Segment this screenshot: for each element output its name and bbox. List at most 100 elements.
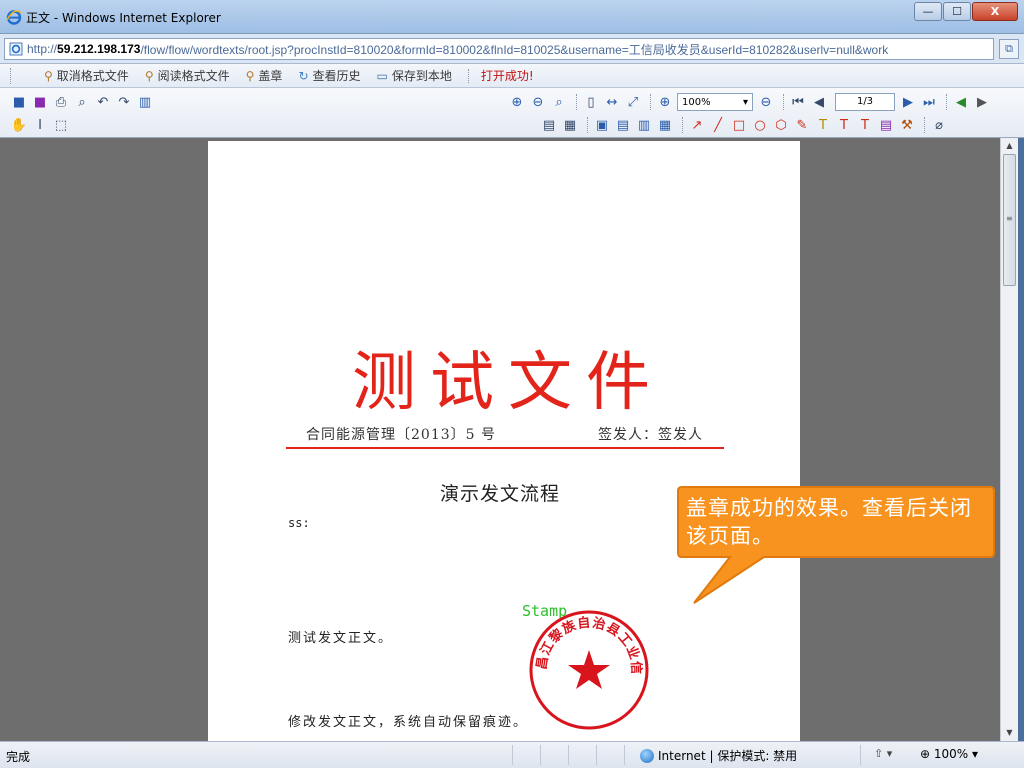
forward-icon[interactable]: ▶ [973,93,991,111]
security-zone[interactable]: Internet | 保护模式: 禁用 [640,747,797,764]
next-page-icon[interactable]: ▶ [899,93,917,111]
person-icon: ⚲ [144,68,154,83]
zoom-plus-icon[interactable]: ⊕ [656,93,674,111]
window-titlebar[interactable]: 正文 - Windows Internet Explorer — ☐ X [0,0,1024,34]
toolbar-row-2-left: ✋ Ⅰ ⬚ [10,114,73,136]
compatibility-view-icon[interactable]: ⧉ [999,39,1019,59]
status-cell [596,745,597,765]
document-viewer[interactable]: 测试文件 合同能源管理〔2013〕5 号 签发人：签发人 演示发文流程 ss: … [0,138,1000,741]
window-title: 正文 - Windows Internet Explorer [26,11,221,25]
view-mode-1-icon[interactable]: ▣ [593,116,611,134]
back-icon[interactable]: ◀ [952,93,970,111]
ellipse-tool-icon[interactable]: ○ [751,116,769,134]
zoom-value: 100% [682,96,711,108]
layout-icon[interactable]: ▥ [136,93,154,111]
save-as-icon[interactable]: ■ [31,93,49,111]
official-seal-icon[interactable]: 昌江黎族自治县工业信息化局 [526,607,652,733]
maximize-button[interactable]: ☐ [943,2,971,21]
single-page-icon[interactable]: ▤ [540,116,558,134]
status-cell [512,745,513,765]
toolbar-row-1-left: ■ ■ ⎙ ⌕ ↶ ↷ ▥ [10,91,157,113]
separator [946,94,947,110]
globe-icon [640,748,654,763]
underline-tool-icon[interactable]: T [856,116,874,134]
vertical-scrollbar[interactable]: ▲ ≡ ▼ [1000,138,1018,741]
zoom-in-icon[interactable]: ⊕ [508,93,526,111]
fit-width-icon[interactable]: ↔ [603,93,621,111]
text-select-icon[interactable]: Ⅰ [31,116,49,134]
document-title: 测试文件 [352,346,664,420]
first-page-icon[interactable]: ⏮ [789,93,807,111]
zoom-minus-icon[interactable]: ⊖ [757,93,775,111]
document-page: 测试文件 合同能源管理〔2013〕5 号 签发人：签发人 演示发文流程 ss: … [208,141,800,741]
view-mode-2-icon[interactable]: ▤ [614,116,632,134]
separator [650,94,651,110]
internet-explorer-icon [6,10,22,25]
callout-text: 盖章成功的效果。查看后关闭该页面。 [686,496,972,548]
hand-tool-icon[interactable]: ✋ [10,116,28,134]
stamp-button[interactable]: ⚲ 盖章 [246,67,283,84]
separator [924,117,925,133]
zoom-level[interactable]: ⊕ 100% ▾ [920,747,978,761]
window-frame [1018,138,1024,741]
document-paragraph-1: 测试发文正文。 [288,631,394,646]
arrow-tool-icon[interactable]: ↗ [688,116,706,134]
find-icon[interactable]: ⌕ [73,93,91,111]
window-controls: — ☐ X [913,2,1018,21]
status-cell [568,745,569,765]
toolbar-row-1-right: ⊕ ⊖ ⌕ ▯ ↔ ⤢ ⊕ 100% ▾ ⊖ ⏮ ◀ 1/3 ▶ ⏭ ◀ ▶ [508,91,994,113]
toolbar-grip[interactable] [10,67,14,84]
view-history-button[interactable]: ↻ 查看历史 [298,67,360,84]
text-tool-icon[interactable]: T [814,116,832,134]
strikeout-tool-icon[interactable]: T [835,116,853,134]
zoom-dropdown[interactable]: 100% ▾ [677,93,753,111]
minimize-button[interactable]: — [914,2,942,21]
separator [587,117,588,133]
scroll-up-icon[interactable]: ▲ [1001,138,1018,154]
redo-icon[interactable]: ↷ [115,93,133,111]
read-format-file-button[interactable]: ⚲ 阅读格式文件 [145,67,230,84]
command-bar: ⚲ 取消格式文件 ⚲ 阅读格式文件 ⚲ 盖章 ↻ 查看历史 ▭ 保存到本地 打开成功! [0,64,1024,88]
zoom-out-icon[interactable]: ⊖ [529,93,547,111]
addons-icon[interactable]: ⇧ ▾ [874,747,892,760]
fit-page-icon[interactable]: ▯ [582,93,600,111]
snapshot-icon[interactable]: ⬚ [52,116,70,134]
close-button[interactable]: X [972,2,1018,21]
pencil-tool-icon[interactable]: ✎ [793,116,811,134]
person-icon: ⚲ [245,68,255,83]
save-icon[interactable]: ■ [10,93,28,111]
scroll-grip-icon: ≡ [1006,214,1013,223]
view-mode-4-icon[interactable]: ▦ [656,116,674,134]
settings-tool-icon[interactable]: ⚒ [898,116,916,134]
status-cell [624,745,625,765]
facing-page-icon[interactable]: ▦ [561,116,579,134]
chevron-down-icon: ▾ [742,96,748,108]
save-local-button[interactable]: ▭ 保存到本地 [377,67,452,84]
url-field[interactable]: http://59.212.198.173/flow/flow/wordtext… [4,38,994,60]
history-icon: ↻ [298,68,309,83]
document-number: 合同能源管理〔2013〕5 号 [306,427,496,443]
print-icon[interactable]: ⎙ [52,93,70,111]
undo-icon[interactable]: ↶ [94,93,112,111]
last-page-icon[interactable]: ⏭ [920,93,938,111]
attachment-icon[interactable]: ⌀ [930,116,948,134]
actual-size-icon[interactable]: ⤢ [624,93,642,111]
page-icon [9,42,23,56]
address-bar: http://59.212.198.173/flow/flow/wordtext… [0,34,1024,64]
status-bar: 完成 Internet | 保护模式: 禁用 ⇧ ▾ ⊕ 100% ▾ [0,741,1024,768]
rectangle-tool-icon[interactable]: □ [730,116,748,134]
document-toolbar: ■ ■ ⎙ ⌕ ↶ ↷ ▥ ⊕ ⊖ ⌕ ▯ ↔ ⤢ ⊕ 100% ▾ ⊖ ⏮ ◀… [0,88,1024,138]
note-tool-icon[interactable]: ▤ [877,116,895,134]
cancel-format-file-button[interactable]: ⚲ 取消格式文件 [44,67,129,84]
line-tool-icon[interactable]: ╱ [709,116,727,134]
zoom-select-icon[interactable]: ⌕ [550,93,568,111]
page-number-field[interactable]: 1/3 [835,93,895,111]
scroll-down-icon[interactable]: ▼ [1001,725,1018,741]
status-cell [540,745,541,765]
separator [467,68,469,83]
person-icon: ⚲ [44,68,53,83]
document-paragraph-2: 修改发文正文，系统自动保留痕迹。 [288,715,529,730]
polygon-tool-icon[interactable]: ⬡ [772,116,790,134]
view-mode-3-icon[interactable]: ▥ [635,116,653,134]
prev-page-icon[interactable]: ◀ [810,93,828,111]
